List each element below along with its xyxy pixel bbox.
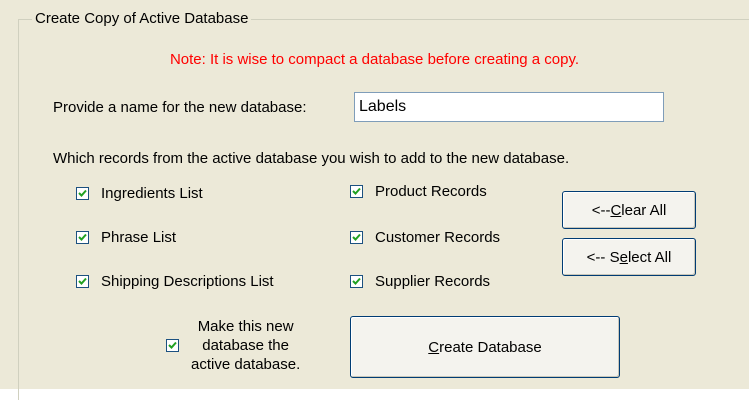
clear-all-button[interactable]: <-- Clear All	[562, 191, 696, 229]
name-label: Provide a name for the new database:	[53, 99, 307, 116]
checkbox-label: Phrase List	[101, 229, 177, 246]
records-prompt: Which records from the active database y…	[53, 150, 570, 167]
checkbox-box[interactable]	[76, 275, 89, 288]
select-all-button[interactable]: <-- Se lect All	[562, 238, 696, 276]
database-name-input[interactable]	[354, 92, 664, 122]
compact-note: Note: It is wise to compact a database b…	[169, 51, 580, 68]
checkmark-icon	[168, 341, 177, 349]
checkbox-make-active[interactable]: Make this new database the active databa…	[166, 317, 300, 374]
make-active-label: Make this new database the active databa…	[191, 318, 301, 373]
checkbox-label: Customer Records	[375, 229, 501, 246]
dialog-panel: Create Copy of Active Database Note: It …	[0, 0, 749, 400]
checkbox-phrase-list[interactable]: Phrase List	[76, 229, 176, 246]
checkbox-supplier-records[interactable]: Supplier Records	[350, 273, 490, 290]
checkmark-icon	[352, 233, 361, 241]
checkmark-icon	[78, 277, 87, 285]
checkbox-label: Ingredients List	[101, 185, 203, 202]
create-database-button[interactable]: Create Database	[350, 316, 620, 378]
checkmark-icon	[78, 189, 87, 197]
checkbox-label: Supplier Records	[375, 273, 491, 290]
checkmark-icon	[78, 233, 87, 241]
checkbox-customer-records[interactable]: Customer Records	[350, 229, 500, 246]
checkbox-box[interactable]	[166, 339, 179, 352]
checkbox-label: Shipping Descriptions List	[101, 273, 274, 290]
checkbox-ingredients-list[interactable]: Ingredients List	[76, 185, 203, 202]
checkbox-box[interactable]	[76, 231, 89, 244]
checkbox-box[interactable]	[350, 185, 363, 198]
checkmark-icon	[352, 187, 361, 195]
checkbox-box[interactable]	[76, 187, 89, 200]
group-title: Create Copy of Active Database	[32, 10, 252, 27]
checkbox-box[interactable]	[350, 231, 363, 244]
checkmark-icon	[352, 277, 361, 285]
checkbox-product-records[interactable]: Product Records	[350, 183, 487, 200]
checkbox-label: Product Records	[375, 183, 487, 200]
checkbox-shipping-descriptions-list[interactable]: Shipping Descriptions List	[76, 273, 274, 290]
checkbox-box[interactable]	[350, 275, 363, 288]
